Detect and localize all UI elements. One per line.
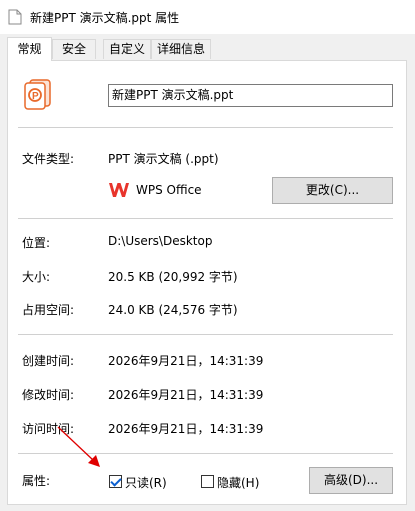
divider [18,127,393,128]
advanced-button[interactable]: 高级(D)... [309,467,393,494]
open-with-app: WPS Office [136,183,202,197]
ppt-file-icon: P [24,79,51,110]
readonly-label[interactable]: 只读(R) [125,474,167,491]
tab-general[interactable]: 常规 [7,37,52,61]
accessed-value: 2026年9月21日，14:31:39 [108,422,264,436]
tab-label: 常规 [17,42,42,56]
change-button-label: 更改(C)... [305,183,360,197]
attributes-label: 属性: [22,474,51,488]
divider [18,218,393,219]
hidden-label[interactable]: 隐藏(H) [217,474,259,491]
hidden-checkbox[interactable] [201,475,214,488]
advanced-button-label: 高级(D)... [323,473,379,487]
tab-custom[interactable]: 自定义 [103,39,151,59]
tab-label: 安全 [61,42,86,56]
file-type-value: PPT 演示文稿 (.ppt) [108,152,219,166]
location-value: D:\Users\Desktop [108,234,213,248]
disk-size-value: 24.0 KB (24,576 字节) [108,303,238,317]
tab-label: 自定义 [108,42,145,56]
size-value: 20.5 KB (20,992 字节) [108,270,238,284]
annotation-arrow-icon [57,426,100,467]
location-label: 位置: [22,236,51,250]
divider [18,334,393,335]
title-bar: 新建PPT 演示文稿.ppt 属性 [0,0,415,34]
svg-text:P: P [32,91,39,102]
wps-office-icon [109,183,129,197]
tab-security[interactable]: 安全 [52,39,96,59]
change-button[interactable]: 更改(C)... [272,177,393,204]
size-label: 大小: [22,270,51,284]
modified-value: 2026年9月21日，14:31:39 [108,388,264,402]
file-type-label: 文件类型: [22,152,75,166]
tab-label: 详细信息 [156,42,205,56]
window-title: 新建PPT 演示文稿.ppt 属性 [30,11,180,25]
tab-details[interactable]: 详细信息 [151,39,211,59]
file-name-input[interactable]: 新建PPT 演示文稿.ppt [108,84,393,107]
created-label: 创建时间: [22,354,75,368]
created-value: 2026年9月21日，14:31:39 [108,354,264,368]
readonly-checkbox[interactable] [109,475,122,488]
disk-size-label: 占用空间: [22,303,75,317]
file-icon [8,9,22,25]
modified-label: 修改时间: [22,388,75,402]
